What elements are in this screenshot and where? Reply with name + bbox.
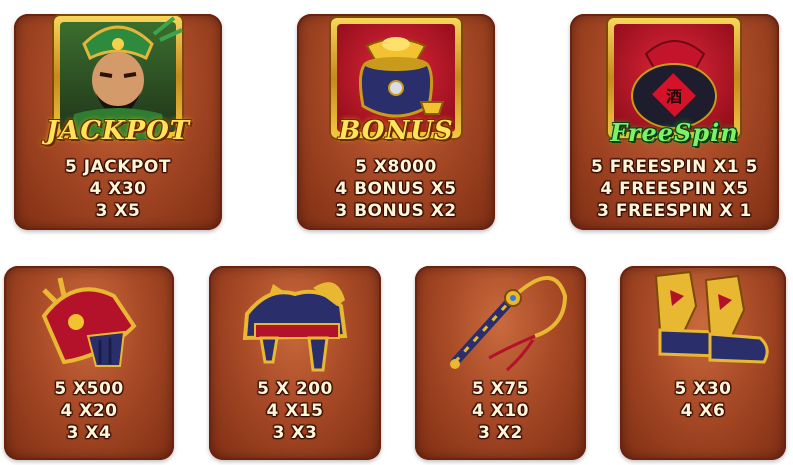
payout-3: 3 X3 bbox=[272, 423, 318, 443]
paytable-card-saddle: 5 X 200 4 X15 3 X3 bbox=[209, 266, 381, 460]
paytable-card-whip: 5 X75 4 X10 3 X2 bbox=[415, 266, 586, 460]
payout-3: 3 BONUS X2 bbox=[335, 201, 457, 221]
payout-list: 5 FREESPIN X1 5 4 FREESPIN X5 3 FREESPIN… bbox=[570, 156, 779, 222]
payout-5: 5 X8000 bbox=[355, 157, 437, 177]
paytable-card-helmet: 5 X500 4 X20 3 X4 bbox=[4, 266, 174, 460]
payout-list: 5 X500 4 X20 3 X4 bbox=[4, 378, 174, 444]
payout-3: 3 FREESPIN X 1 bbox=[597, 201, 752, 221]
payout-5: 5 FREESPIN X1 5 bbox=[590, 157, 759, 177]
payout-list: 5 X30 4 X6 bbox=[620, 378, 786, 422]
horse-whip-icon bbox=[450, 275, 568, 372]
payout-5: 5 X75 bbox=[471, 379, 529, 399]
payout-4: 4 X6 bbox=[680, 401, 726, 421]
payout-4: 4 X20 bbox=[60, 401, 118, 421]
war-boots-icon bbox=[654, 270, 769, 364]
payout-5: 5 X500 bbox=[54, 379, 124, 399]
payout-list: 5 X75 4 X10 3 X2 bbox=[415, 378, 586, 444]
payout-5: 5 JACKPOT bbox=[65, 157, 171, 177]
svg-text:酒: 酒 bbox=[666, 87, 682, 106]
armor-helmet-icon bbox=[41, 277, 137, 367]
payout-4: 4 X15 bbox=[266, 401, 324, 421]
payout-list: 5 JACKPOT 4 X30 3 X5 bbox=[14, 156, 222, 222]
war-saddle-icon bbox=[242, 282, 348, 372]
paytable-card-boots: 5 X30 4 X6 bbox=[620, 266, 786, 460]
payout-3: 3 X2 bbox=[478, 423, 523, 443]
payout-4: 4 X30 bbox=[89, 179, 147, 199]
payout-4: 4 X10 bbox=[471, 401, 529, 421]
paytable-card-jackpot: JACKPOT 5 JACKPOT 4 X30 3 X5 bbox=[14, 14, 222, 230]
payout-4: 4 FREESPIN X5 bbox=[600, 179, 749, 199]
payout-5: 5 X 200 bbox=[257, 379, 333, 399]
badge-freespin: FreeSpin bbox=[610, 118, 739, 147]
paytable-card-bonus: BONUS 5 X8000 4 BONUS X5 3 BONUS X2 bbox=[297, 14, 495, 230]
payout-3: 3 X5 bbox=[95, 201, 141, 221]
badge-jackpot: JACKPOT bbox=[45, 116, 191, 146]
paytable-card-freespin: 酒 FreeSpin 5 FREESPIN X1 5 4 FREESPIN X5… bbox=[570, 14, 779, 230]
badge-bonus: BONUS bbox=[338, 116, 454, 146]
payout-list: 5 X 200 4 X15 3 X3 bbox=[209, 378, 381, 444]
payout-5: 5 X30 bbox=[674, 379, 732, 399]
payout-list: 5 X8000 4 BONUS X5 3 BONUS X2 bbox=[297, 156, 495, 222]
payout-3: 3 X4 bbox=[66, 423, 112, 443]
payout-4: 4 BONUS X5 bbox=[335, 179, 457, 199]
